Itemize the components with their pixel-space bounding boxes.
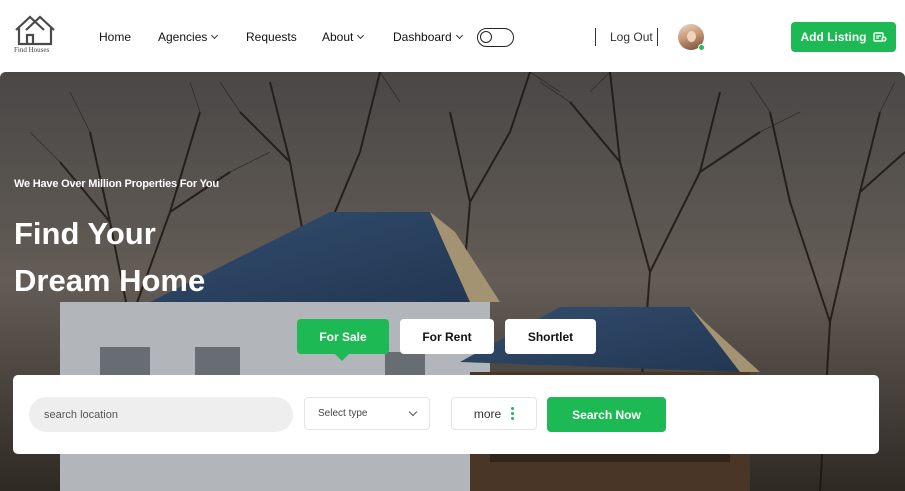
- nav-agencies-label: Agencies: [158, 30, 208, 44]
- logout-link[interactable]: Log Out: [610, 30, 653, 44]
- tab-for-sale-label: For Sale: [319, 329, 367, 344]
- hero-headline: Find Your Dream Home: [14, 210, 205, 304]
- search-panel: Select type more Search Now: [13, 375, 879, 454]
- chevron-down-icon: [211, 31, 219, 40]
- online-status-icon: [698, 44, 705, 51]
- location-search-input[interactable]: [29, 397, 293, 432]
- more-filters-button[interactable]: more: [451, 397, 537, 430]
- active-tab-pointer: [335, 354, 349, 361]
- divider: [657, 28, 658, 46]
- nav-requests[interactable]: Requests: [246, 30, 297, 44]
- property-type-value: Select type: [318, 408, 368, 419]
- tab-shortlet-label: Shortlet: [527, 329, 574, 344]
- nav-requests-label: Requests: [246, 30, 297, 44]
- hero-tagline: We Have Over Million Properties For You: [14, 178, 219, 190]
- nav-agencies[interactable]: Agencies: [158, 30, 219, 44]
- search-now-label: Search Now: [572, 407, 641, 422]
- chevron-down-icon: [455, 31, 463, 40]
- headline-line-1: Find Your: [14, 216, 156, 251]
- tab-shortlet[interactable]: Shortlet: [505, 319, 596, 354]
- vertical-dots-icon: [511, 407, 515, 420]
- tab-for-sale[interactable]: For Sale: [297, 319, 389, 354]
- nav-dashboard-label: Dashboard: [393, 30, 452, 44]
- headline-line-2: Dream Home: [14, 263, 206, 298]
- nav-dashboard[interactable]: Dashboard: [393, 30, 463, 44]
- logo-text: Find Houses: [14, 46, 50, 54]
- hero-banner: We Have Over Million Properties For You …: [0, 72, 905, 491]
- divider: [595, 28, 596, 46]
- nav-home[interactable]: Home: [99, 30, 131, 44]
- search-now-button[interactable]: Search Now: [547, 397, 666, 432]
- logo[interactable]: Find Houses: [12, 14, 60, 56]
- add-listing-icon: [872, 32, 887, 42]
- house-logo-icon: [15, 15, 55, 46]
- site-header: Find Houses Home Agencies Requests About…: [0, 0, 905, 72]
- tab-for-rent-label: For Rent: [422, 329, 472, 344]
- avatar-face-icon: [687, 31, 696, 42]
- toggle-knob-icon: [480, 31, 492, 43]
- chevron-down-icon: [357, 31, 365, 40]
- nav-home-label: Home: [99, 30, 132, 44]
- property-type-select[interactable]: Select type: [304, 397, 430, 430]
- chevron-down-icon: [408, 407, 418, 417]
- nav-about-label: About: [322, 30, 354, 44]
- add-listing-button[interactable]: Add Listing: [791, 22, 896, 52]
- theme-toggle[interactable]: [477, 28, 514, 47]
- tab-for-rent[interactable]: For Rent: [400, 319, 494, 354]
- nav-about[interactable]: About: [322, 30, 365, 44]
- more-filters-label: more: [473, 406, 502, 421]
- add-listing-label: Add Listing: [800, 30, 867, 44]
